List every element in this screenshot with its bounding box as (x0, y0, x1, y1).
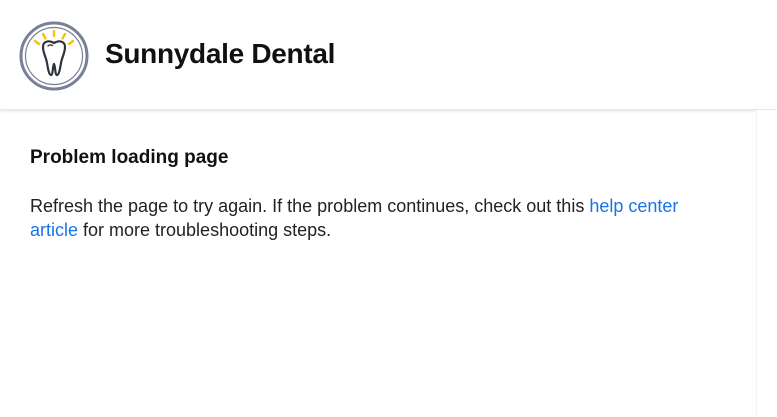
site-header: Sunnydale Dental (0, 0, 777, 110)
error-panel: Problem loading page Refresh the page to… (30, 146, 730, 242)
tooth-logo-icon (19, 21, 89, 91)
error-title: Problem loading page (30, 147, 229, 168)
right-scroll-rail (756, 110, 777, 417)
error-message-suffix: for more troubleshooting steps. (78, 220, 332, 240)
error-message: Refresh the page to try again. If the pr… (30, 194, 730, 242)
error-message-text: Refresh the page to try again. If the pr… (30, 196, 590, 216)
brand-name: Sunnydale Dental (105, 38, 336, 69)
